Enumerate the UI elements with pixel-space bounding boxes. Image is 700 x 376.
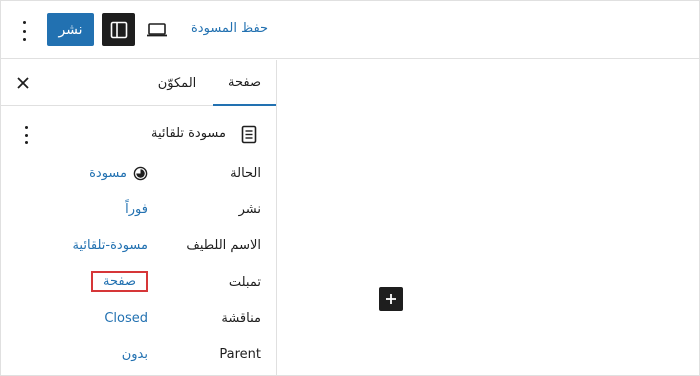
slug-row: الاسم اللطيف مسودة-تلقائية: [1, 235, 276, 259]
post-summary: مسودة تلقائية: [1, 120, 276, 150]
template-row: تمبلت صفحة: [1, 271, 276, 296]
publish-row: نشر فوراً: [1, 199, 276, 223]
slug-button[interactable]: مسودة-تلقائية: [72, 238, 148, 253]
publish-date-label: نشر: [238, 202, 261, 217]
parent-button[interactable]: بدون: [122, 347, 148, 362]
template-label: تمبلت: [228, 275, 261, 290]
page-icon: [241, 125, 257, 144]
status-value: مسودة: [89, 166, 127, 181]
close-icon[interactable]: [13, 73, 33, 93]
sidebar-icon[interactable]: [102, 13, 135, 46]
settings-sidebar: المكوّن صفحة مسودة تلقائية الحالة مسودة …: [1, 60, 277, 375]
publish-button[interactable]: نشر: [47, 13, 94, 46]
laptop-icon[interactable]: [144, 19, 170, 41]
more-vertical-icon[interactable]: [15, 21, 33, 41]
parent-label: Parent: [219, 347, 261, 362]
publish-date-button[interactable]: فوراً: [125, 202, 148, 217]
tab-page[interactable]: صفحة: [213, 60, 276, 106]
post-actions-icon[interactable]: [19, 126, 33, 144]
plus-icon[interactable]: [379, 287, 403, 311]
editor-canvas[interactable]: [278, 60, 699, 375]
discussion-label: مناقشة: [221, 311, 261, 326]
status-label: الحالة: [230, 166, 261, 181]
editor-toolbar: نشر حفظ المسودة: [1, 1, 699, 59]
post-title: مسودة تلقائية: [151, 126, 226, 141]
status-button[interactable]: مسودة: [89, 166, 148, 181]
discussion-row: مناقشة Closed: [1, 308, 276, 332]
slug-label: الاسم اللطيف: [186, 238, 261, 253]
save-draft-button[interactable]: حفظ المسودة: [191, 21, 268, 36]
status-row: الحالة مسودة: [1, 163, 276, 187]
tab-block[interactable]: المكوّن: [151, 60, 203, 106]
template-button[interactable]: صفحة: [91, 271, 148, 292]
parent-row: Parent بدون: [1, 344, 276, 368]
discussion-button[interactable]: Closed: [104, 311, 148, 326]
sidebar-tabs: المكوّن صفحة: [1, 60, 276, 106]
draft-status-icon: [133, 166, 148, 181]
